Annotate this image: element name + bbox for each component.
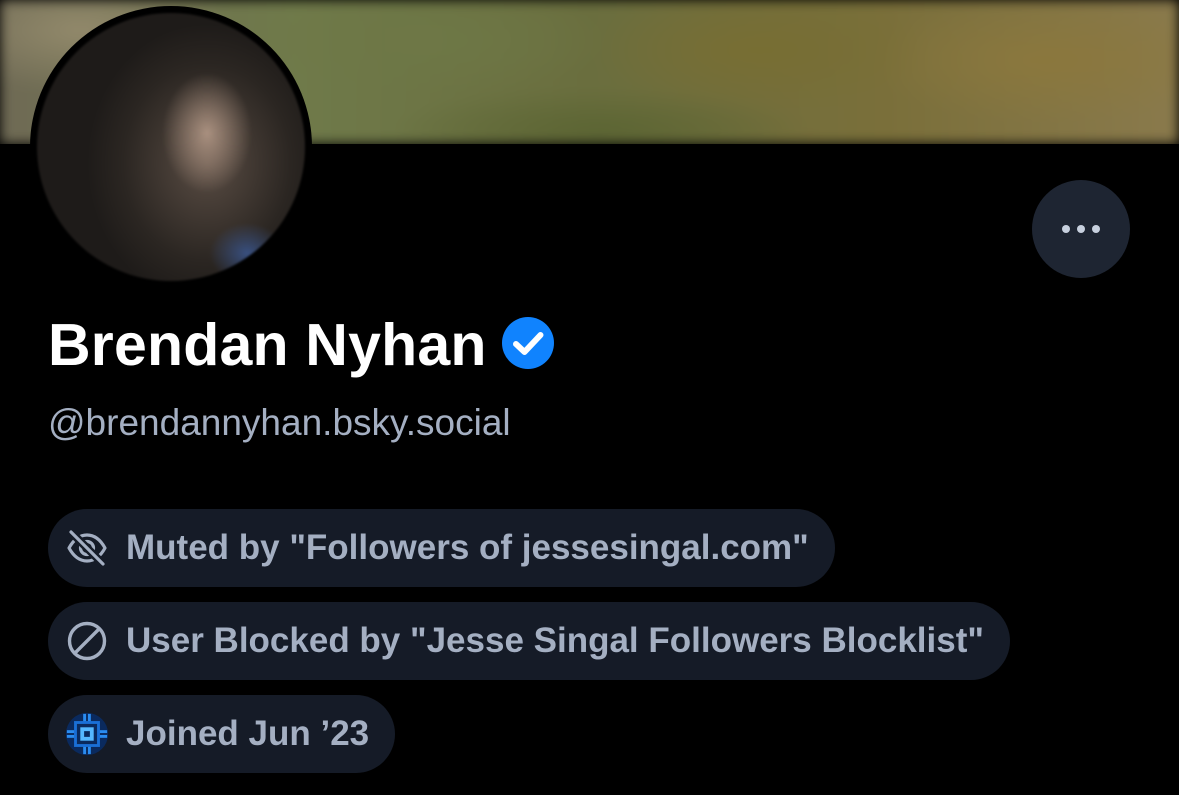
block-icon bbox=[64, 618, 110, 664]
profile-handle: @brendannyhan.bsky.social bbox=[48, 402, 511, 443]
blocked-label-pill[interactable]: User Blocked by "Jesse Singal Followers … bbox=[48, 602, 1010, 680]
display-name: Brendan Nyhan bbox=[48, 312, 487, 378]
blocked-label-text: User Blocked by "Jesse Singal Followers … bbox=[126, 621, 984, 660]
profile-name-row: Brendan Nyhan bbox=[48, 308, 555, 382]
more-horizontal-icon bbox=[1062, 225, 1100, 233]
bluesky-joined-icon bbox=[64, 711, 110, 757]
eye-slash-icon bbox=[64, 525, 110, 571]
more-options-button[interactable] bbox=[1032, 180, 1130, 278]
joined-date-pill: Joined Jun ’23 bbox=[48, 695, 396, 773]
avatar[interactable] bbox=[37, 13, 305, 281]
joined-date-text: Joined Jun ’23 bbox=[126, 714, 370, 753]
muted-label-pill[interactable]: Muted by "Followers of jessesingal.com" bbox=[48, 509, 835, 587]
verified-check-icon[interactable] bbox=[501, 316, 555, 375]
muted-label-text: Muted by "Followers of jessesingal.com" bbox=[126, 528, 809, 567]
